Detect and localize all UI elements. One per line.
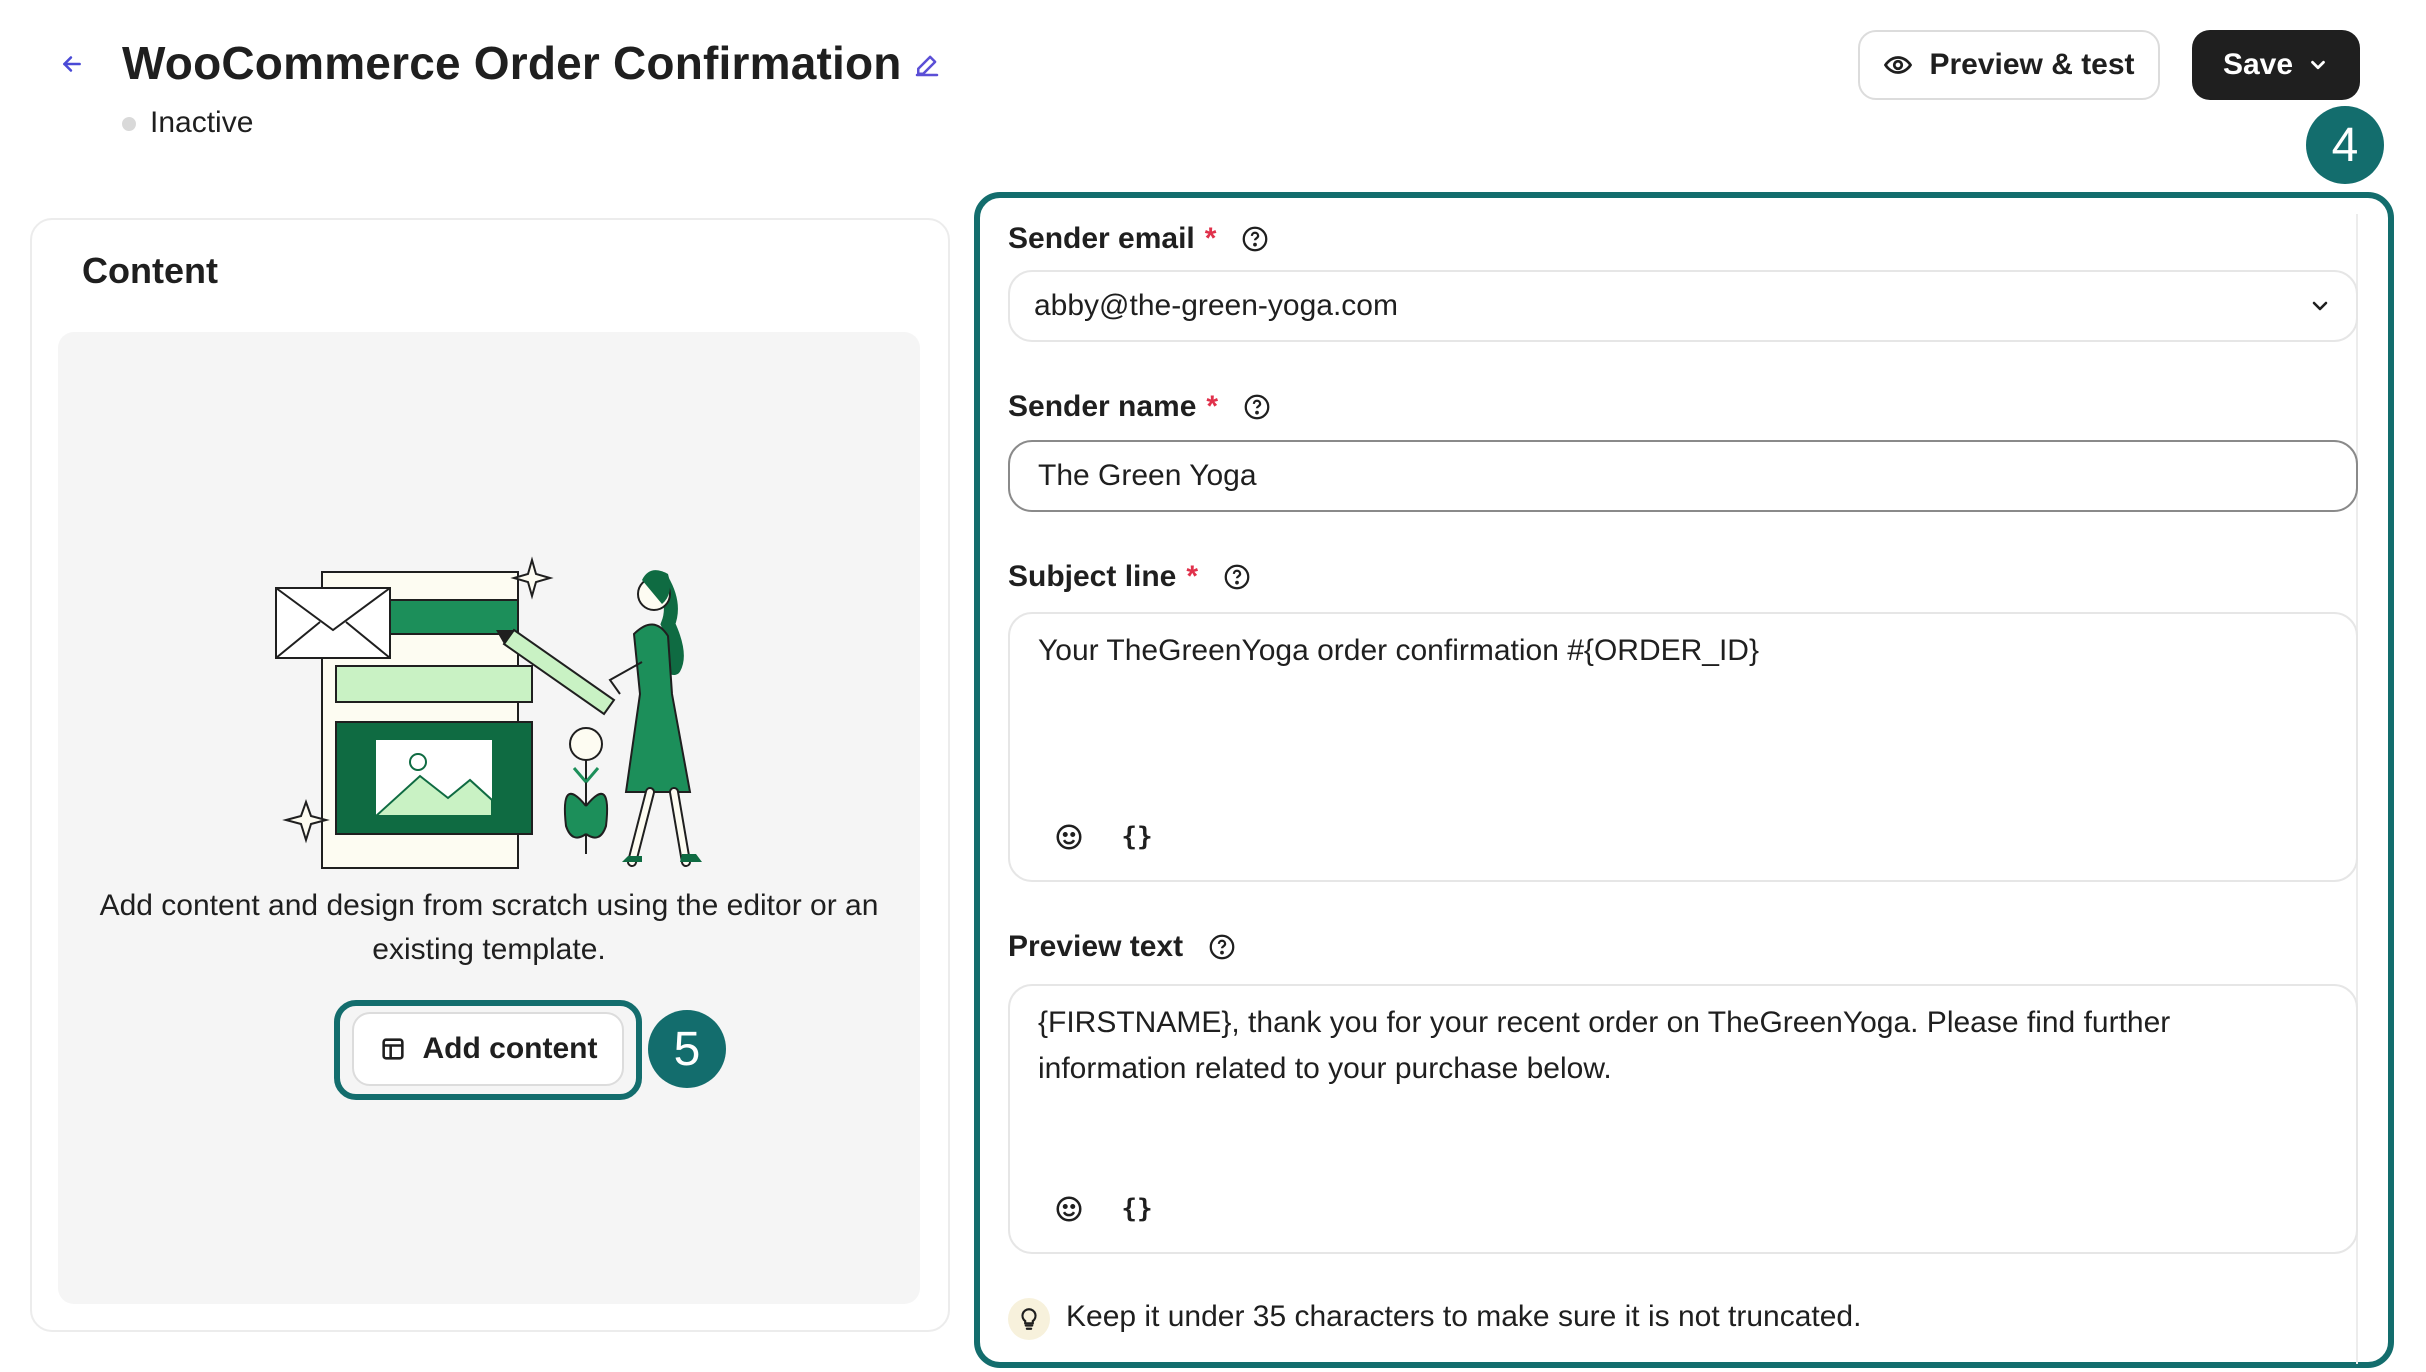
smiley-icon: [1056, 824, 1082, 850]
preview-text-value: {FIRSTNAME}, thank you for your recent o…: [1038, 1006, 2171, 1085]
sender-email-value: abby@the-green-yoga.com: [1034, 289, 1398, 322]
required-mark: *: [1204, 222, 1217, 255]
required-mark: *: [1206, 390, 1219, 423]
subject-line-label: Subject line: [1008, 560, 1177, 593]
preview-text-label-row: Preview text: [1008, 930, 1237, 964]
subject-line-input[interactable]: Your TheGreenYoga order confirmation #{O…: [1008, 612, 2358, 882]
email-design-illustration: [275, 556, 702, 869]
required-mark: *: [1186, 560, 1199, 593]
step-badge-5: 5: [648, 1010, 726, 1088]
back-button[interactable]: [52, 44, 92, 84]
preview-test-button[interactable]: Preview & test: [1858, 30, 2160, 100]
chevron-down-icon: [2312, 301, 2328, 311]
edit-title-button[interactable]: [908, 46, 946, 84]
save-label: Save: [2222, 48, 2294, 81]
sender-name-label-row: Sender name *: [1008, 390, 1272, 424]
step-badge-4: 4: [2306, 106, 2384, 184]
sender-name-label: Sender name: [1008, 390, 1197, 423]
lightbulb-icon: [1008, 1298, 1050, 1340]
save-button[interactable]: Save: [2192, 30, 2360, 100]
layout-icon: [381, 1038, 404, 1060]
chevron-down-icon: [2311, 60, 2325, 70]
emoji-button[interactable]: [1052, 820, 1086, 854]
preview-text-toolbar: {}: [1052, 1192, 1154, 1226]
subject-line-toolbar: {}: [1052, 820, 1154, 854]
smiley-icon: [1056, 1196, 1082, 1222]
status-dot: [122, 117, 136, 131]
add-content-button[interactable]: Add content: [352, 1012, 624, 1086]
content-title: Content: [82, 250, 218, 291]
sender-name-value: The Green Yoga: [1038, 459, 1257, 492]
emoji-button[interactable]: [1052, 1192, 1086, 1226]
help-icon[interactable]: [1240, 224, 1270, 254]
sender-name-input[interactable]: The Green Yoga: [1008, 440, 2358, 512]
add-content-label: Add content: [422, 1032, 598, 1065]
content-description: Add content and design from scratch usin…: [99, 889, 879, 966]
sender-email-label-row: Sender email *: [1008, 222, 1270, 256]
insert-variable-button[interactable]: {}: [1120, 1192, 1154, 1226]
preview-test-label: Preview & test: [1929, 48, 2135, 81]
pencil-icon: [915, 55, 939, 77]
subject-line-value: Your TheGreenYoga order confirmation #{O…: [1038, 634, 1759, 667]
sender-email-select[interactable]: abby@the-green-yoga.com: [1008, 270, 2358, 342]
help-icon[interactable]: [1207, 932, 1237, 962]
status-text: Inactive: [150, 106, 254, 139]
sender-email-label: Sender email: [1008, 222, 1195, 255]
insert-variable-button[interactable]: {}: [1120, 820, 1154, 854]
help-icon[interactable]: [1242, 392, 1272, 422]
page-title: WooCommerce Order Confirmation: [122, 37, 902, 89]
arrow-left-icon: [63, 56, 81, 72]
subject-line-label-row: Subject line *: [1008, 560, 1252, 594]
preview-text-label: Preview text: [1008, 930, 1184, 963]
preview-text-input[interactable]: {FIRSTNAME}, thank you for your recent o…: [1008, 984, 2358, 1254]
help-icon[interactable]: [1222, 562, 1252, 592]
tip-text: Keep it under 35 characters to make sure…: [1066, 1300, 1862, 1333]
eye-icon: [1884, 56, 1913, 74]
